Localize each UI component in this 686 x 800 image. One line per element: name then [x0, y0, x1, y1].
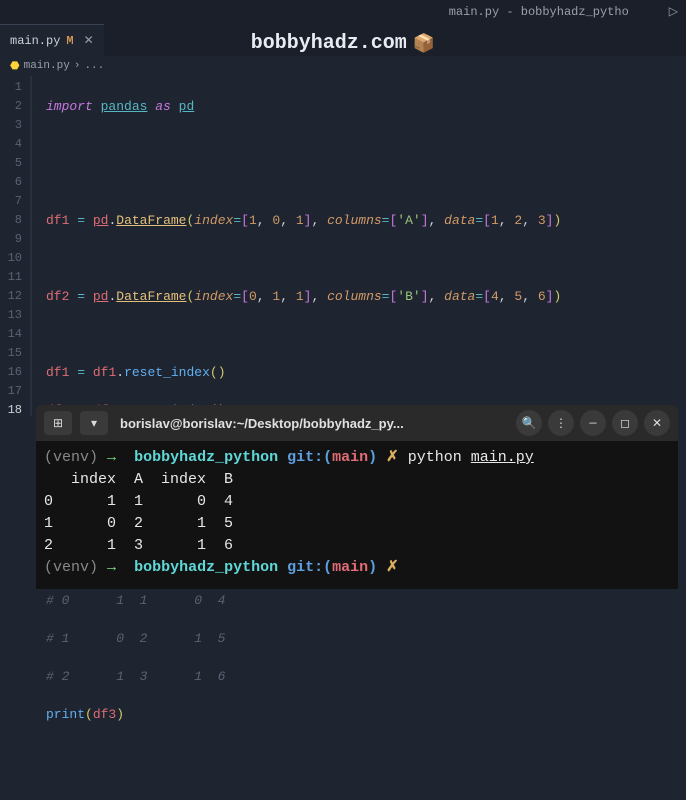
minimize-icon[interactable]: —	[580, 410, 606, 436]
close-window-icon[interactable]: ✕	[644, 410, 670, 436]
new-tab-button[interactable]: ⊞	[44, 411, 72, 435]
window-title: main.py - bobbyhadz_pytho	[8, 0, 669, 24]
menu-icon[interactable]: ⋮	[548, 410, 574, 436]
terminal-output[interactable]: (venv) → bobbyhadz_python git:(main) ✗ p…	[36, 441, 678, 589]
code-editor[interactable]: 1 2 3 4 5 6 7 8 9 10 11 12 13 14 15 16 1…	[0, 76, 686, 416]
python-icon: ⬣	[10, 59, 20, 73]
maximize-icon[interactable]: ◻	[612, 410, 638, 436]
tab-filename: main.py	[10, 34, 60, 48]
breadcrumb-file: main.py	[24, 60, 70, 72]
search-icon[interactable]: 🔍	[516, 410, 542, 436]
breadcrumb[interactable]: ⬣ main.py › ...	[0, 56, 686, 76]
terminal-header: ⊞ ▾ borislav@borislav:~/Desktop/bobbyhad…	[36, 405, 678, 441]
dropdown-button[interactable]: ▾	[80, 411, 108, 435]
tab-main-py[interactable]: main.py M ✕	[0, 24, 104, 56]
close-icon[interactable]: ✕	[84, 33, 94, 48]
line-number-gutter: 1 2 3 4 5 6 7 8 9 10 11 12 13 14 15 16 1…	[0, 76, 32, 416]
tab-modified-flag: M	[66, 34, 73, 48]
watermark: bobbyhadz.com 📦	[251, 32, 435, 55]
terminal-panel: ⊞ ▾ borislav@borislav:~/Desktop/bobbyhad…	[36, 405, 678, 589]
chevron-right-icon: ›	[74, 60, 81, 72]
window-titlebar: main.py - bobbyhadz_pytho ▷	[0, 0, 686, 24]
code-area[interactable]: import pandas as pd df1 = pd.DataFrame(i…	[32, 76, 686, 416]
box-icon: 📦	[413, 33, 435, 55]
terminal-title: borislav@borislav:~/Desktop/bobbyhadz_py…	[116, 416, 508, 431]
breadcrumb-more: ...	[84, 60, 104, 72]
play-icon[interactable]: ▷	[669, 0, 678, 24]
